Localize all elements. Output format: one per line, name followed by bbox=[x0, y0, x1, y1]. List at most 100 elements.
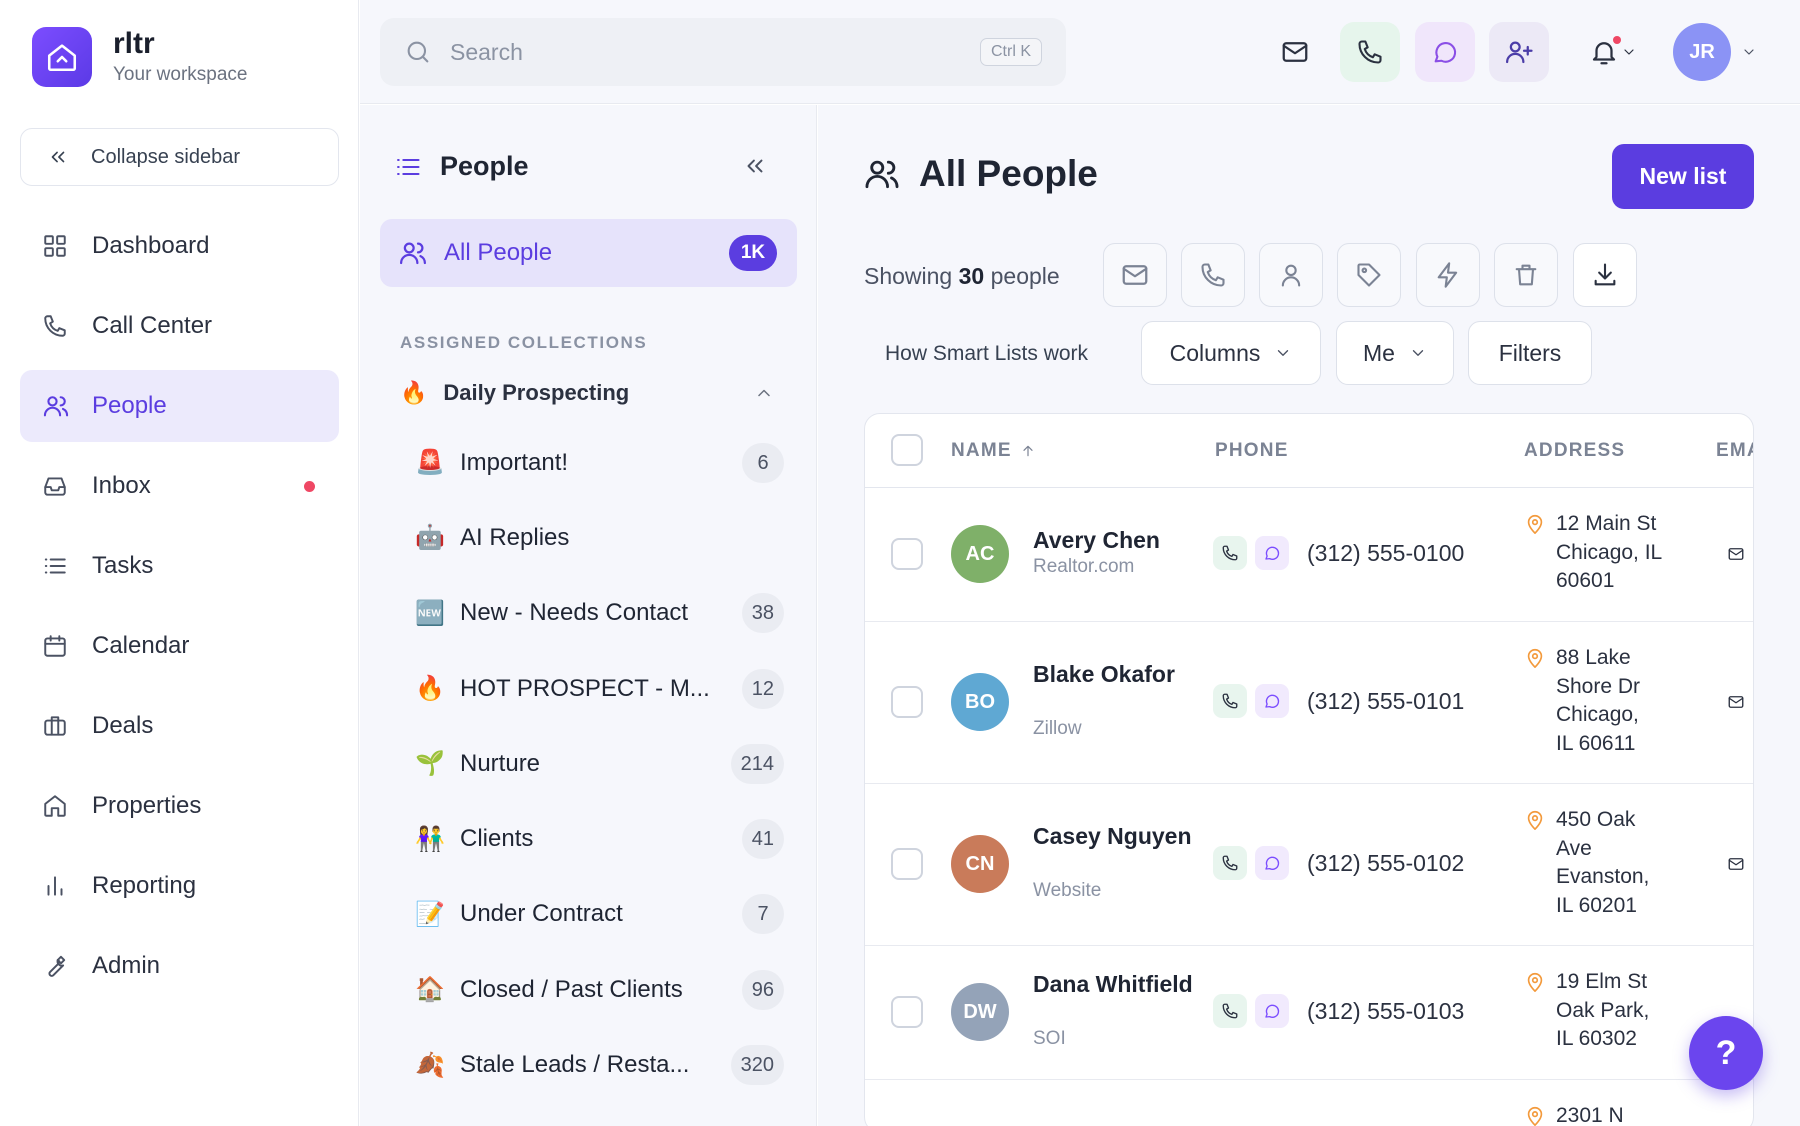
help-button[interactable]: ? bbox=[1689, 1016, 1763, 1090]
row-checkbox[interactable] bbox=[891, 686, 923, 718]
delete-button[interactable] bbox=[1494, 243, 1558, 307]
table-row[interactable]: DW Dana Whitfield SOI (312) 555-0103 19 … bbox=[865, 946, 1753, 1080]
brand[interactable]: rltr Your workspace bbox=[32, 27, 247, 87]
sidebar-item-reporting[interactable]: Reporting bbox=[20, 850, 339, 922]
group-daily-prospecting[interactable]: 🔥 Daily Prospecting bbox=[400, 373, 780, 413]
collection-label: New - Needs Contact bbox=[460, 599, 689, 627]
sidebar-item-properties[interactable]: Properties bbox=[20, 770, 339, 842]
collection-label: Clients bbox=[460, 825, 534, 853]
mail-icon[interactable] bbox=[1727, 545, 1745, 563]
notifications-button[interactable] bbox=[1573, 22, 1653, 82]
assign-button[interactable] bbox=[1259, 243, 1323, 307]
collection-item[interactable]: 🔥 HOT PROSPECT - M... 12 bbox=[415, 651, 784, 726]
tag-button[interactable] bbox=[1337, 243, 1401, 307]
sidebar-item-calendar[interactable]: Calendar bbox=[20, 610, 339, 682]
select-all-checkbox[interactable] bbox=[891, 434, 923, 466]
emoji-icon: 👫 bbox=[415, 825, 445, 853]
person-name[interactable]: Blake Okafor bbox=[1033, 660, 1203, 688]
how-smart-lists-link[interactable]: How Smart Lists work bbox=[885, 342, 1088, 366]
message-button[interactable] bbox=[1415, 22, 1475, 82]
call-icon[interactable] bbox=[1213, 994, 1247, 1028]
all-people-item[interactable]: All People 1K bbox=[380, 219, 797, 287]
user-avatar[interactable]: JR bbox=[1673, 23, 1731, 81]
email-button[interactable] bbox=[1265, 22, 1325, 82]
column-header-address[interactable]: ADDRESS bbox=[1524, 440, 1625, 462]
columns-dropdown[interactable]: Columns bbox=[1141, 321, 1321, 385]
wrench-icon bbox=[42, 953, 72, 979]
mail-icon[interactable] bbox=[1727, 693, 1745, 711]
collection-count: 6 bbox=[742, 442, 784, 483]
row-checkbox[interactable] bbox=[891, 848, 923, 880]
sidebar-item-inbox[interactable]: Inbox bbox=[20, 450, 339, 522]
add-person-button[interactable] bbox=[1489, 22, 1549, 82]
column-header-email[interactable]: EMA bbox=[1716, 440, 1753, 462]
call-icon[interactable] bbox=[1213, 536, 1247, 570]
row-checkbox[interactable] bbox=[891, 996, 923, 1028]
chevrons-left-icon[interactable] bbox=[742, 153, 768, 179]
person-name[interactable]: Avery Chen bbox=[1033, 526, 1203, 554]
column-header-phone[interactable]: PHONE bbox=[1215, 440, 1289, 462]
chat-bubble-icon[interactable] bbox=[1255, 536, 1289, 570]
phone-icon bbox=[1199, 261, 1227, 289]
chat-bubble-icon[interactable] bbox=[1255, 994, 1289, 1028]
bulk-call-button[interactable] bbox=[1181, 243, 1245, 307]
mail-icon[interactable] bbox=[1727, 855, 1745, 873]
export-button[interactable] bbox=[1573, 243, 1637, 307]
sidebar-nav: Dashboard Call Center People Inbox Tasks… bbox=[20, 210, 339, 1010]
search-input[interactable] bbox=[450, 38, 930, 66]
section-label: ASSIGNED COLLECTIONS bbox=[400, 333, 648, 352]
chevron-down-icon[interactable] bbox=[1741, 44, 1757, 60]
collection-item[interactable]: 👫 Clients 41 bbox=[415, 801, 784, 876]
sidebar-item-people[interactable]: People bbox=[20, 370, 339, 442]
chat-bubble-icon[interactable] bbox=[1255, 684, 1289, 718]
collapse-sidebar-button[interactable]: Collapse sidebar bbox=[20, 128, 339, 186]
sidebar-item-dashboard[interactable]: Dashboard bbox=[20, 210, 339, 282]
bell-icon bbox=[1589, 36, 1621, 67]
collection-item[interactable]: 🏠 Closed / Past Clients 96 bbox=[415, 952, 784, 1027]
automation-button[interactable] bbox=[1416, 243, 1480, 307]
bulk-email-button[interactable] bbox=[1103, 243, 1167, 307]
phone-number[interactable]: (312) 555-0102 bbox=[1307, 850, 1464, 877]
phone-number[interactable]: (312) 555-0100 bbox=[1307, 540, 1464, 567]
search-bar[interactable]: Ctrl K bbox=[380, 18, 1066, 86]
sidebar-item-call-center[interactable]: Call Center bbox=[20, 290, 339, 362]
row-checkbox[interactable] bbox=[891, 538, 923, 570]
table-row[interactable]: 2301 N bbox=[865, 1080, 1753, 1126]
filters-label: Filters bbox=[1498, 339, 1562, 366]
chat-bubble-icon[interactable] bbox=[1255, 846, 1289, 880]
home-icon bbox=[42, 793, 72, 819]
collection-item[interactable]: 🤖 AI Replies bbox=[415, 500, 784, 575]
person-name[interactable]: Casey Nguyen bbox=[1033, 822, 1203, 850]
call-icon[interactable] bbox=[1213, 684, 1247, 718]
lead-source: Website bbox=[1033, 880, 1102, 901]
sidebar-item-deals[interactable]: Deals bbox=[20, 690, 339, 762]
collection-item[interactable]: 📝 Under Contract 7 bbox=[415, 877, 784, 952]
collection-item[interactable]: 🌱 Nurture 214 bbox=[415, 726, 784, 801]
phone-number[interactable]: (312) 555-0101 bbox=[1307, 688, 1464, 715]
call-icon[interactable] bbox=[1213, 846, 1247, 880]
table-row[interactable]: AC Avery Chen Realtor.com (312) 555-0100… bbox=[865, 488, 1753, 622]
sidebar: rltr Your workspace Collapse sidebar Das… bbox=[0, 0, 359, 1126]
collection-item[interactable]: 🍂 Stale Leads / Resta... 320 bbox=[415, 1027, 784, 1102]
phone-number[interactable]: (312) 555-0103 bbox=[1307, 998, 1464, 1025]
new-list-button[interactable]: New list bbox=[1612, 144, 1754, 209]
map-pin-icon bbox=[1524, 646, 1546, 670]
collection-item[interactable]: 🆕 New - Needs Contact 38 bbox=[415, 576, 784, 651]
chevron-down-icon bbox=[1274, 344, 1292, 362]
collection-item[interactable]: 🚨 Important! 6 bbox=[415, 425, 784, 500]
unread-dot bbox=[304, 480, 315, 492]
calendar-icon bbox=[42, 633, 72, 659]
sidebar-item-tasks[interactable]: Tasks bbox=[20, 530, 339, 602]
filters-button[interactable]: Filters bbox=[1468, 321, 1592, 385]
person-name[interactable]: Dana Whitfield bbox=[1033, 970, 1203, 998]
owner-dropdown[interactable]: Me bbox=[1336, 321, 1454, 385]
collection-count: 320 bbox=[730, 1045, 784, 1086]
call-button[interactable] bbox=[1340, 22, 1400, 82]
table-row[interactable]: BO Blake Okafor Zillow (312) 555-0101 88… bbox=[865, 622, 1753, 784]
address: 88 Lake Shore Dr Chicago, IL 60611 bbox=[1556, 646, 1641, 755]
sidebar-item-admin[interactable]: Admin bbox=[20, 930, 339, 1002]
sidebar-item-label: Reporting bbox=[92, 872, 197, 899]
people-table: NAME PHONE ADDRESS EMA AC Avery Chen Rea… bbox=[864, 413, 1754, 1126]
column-header-name[interactable]: NAME bbox=[951, 440, 1036, 462]
table-row[interactable]: CN Casey Nguyen Website (312) 555-0102 4… bbox=[865, 784, 1753, 946]
